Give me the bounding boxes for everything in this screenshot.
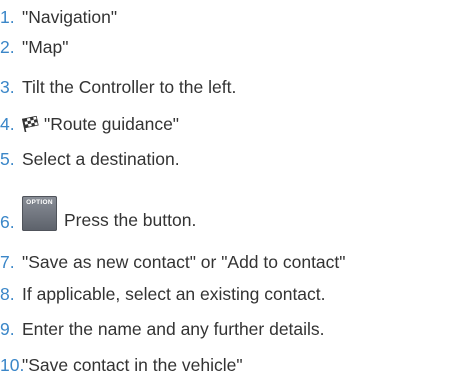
- step-5: 5. Select a destination.: [0, 145, 180, 173]
- step-1: 1. "Navigation": [0, 3, 117, 31]
- step-number: 6.: [0, 212, 15, 232]
- step-text: "Navigation": [22, 7, 118, 27]
- step-text: "Map": [22, 37, 69, 57]
- step-text: "Route guidance": [44, 114, 180, 134]
- step-number: 2.: [0, 37, 15, 57]
- step-text: Press the button.: [64, 210, 197, 230]
- step-2: 2. "Map": [0, 33, 68, 61]
- step-text: Enter the name and any further details.: [22, 319, 325, 339]
- step-text: If applicable, select an existing contac…: [22, 284, 326, 304]
- step-3: 3. Tilt the Controller to the left.: [0, 73, 236, 101]
- step-text: "Save as new contact" or "Add to contact…: [22, 252, 346, 272]
- step-text: "Save contact in the vehicle": [22, 355, 243, 375]
- step-6: 6. OPTION Press the button.: [0, 196, 196, 238]
- step-4: 4. "Route guidance": [0, 110, 179, 138]
- step-number: 9.: [0, 319, 15, 339]
- step-9: 9. Enter the name and any further details…: [0, 315, 325, 343]
- step-number: 10.: [0, 355, 25, 375]
- step-10: 10."Save contact in the vehicle": [0, 351, 243, 379]
- step-number: 1.: [0, 7, 15, 27]
- option-button-icon: OPTION: [22, 196, 57, 231]
- step-text: Tilt the Controller to the left.: [22, 77, 237, 97]
- step-number: 5.: [0, 149, 15, 169]
- step-number: 4.: [0, 114, 15, 134]
- step-7: 7. "Save as new contact" or "Add to conta…: [0, 248, 346, 276]
- step-text: Select a destination.: [22, 149, 180, 169]
- step-8: 8. If applicable, select an existing cont…: [0, 280, 326, 308]
- checkered-flag-icon: [21, 112, 40, 134]
- step-number: 3.: [0, 77, 15, 97]
- step-number: 7.: [0, 252, 15, 272]
- step-number: 8.: [0, 284, 15, 304]
